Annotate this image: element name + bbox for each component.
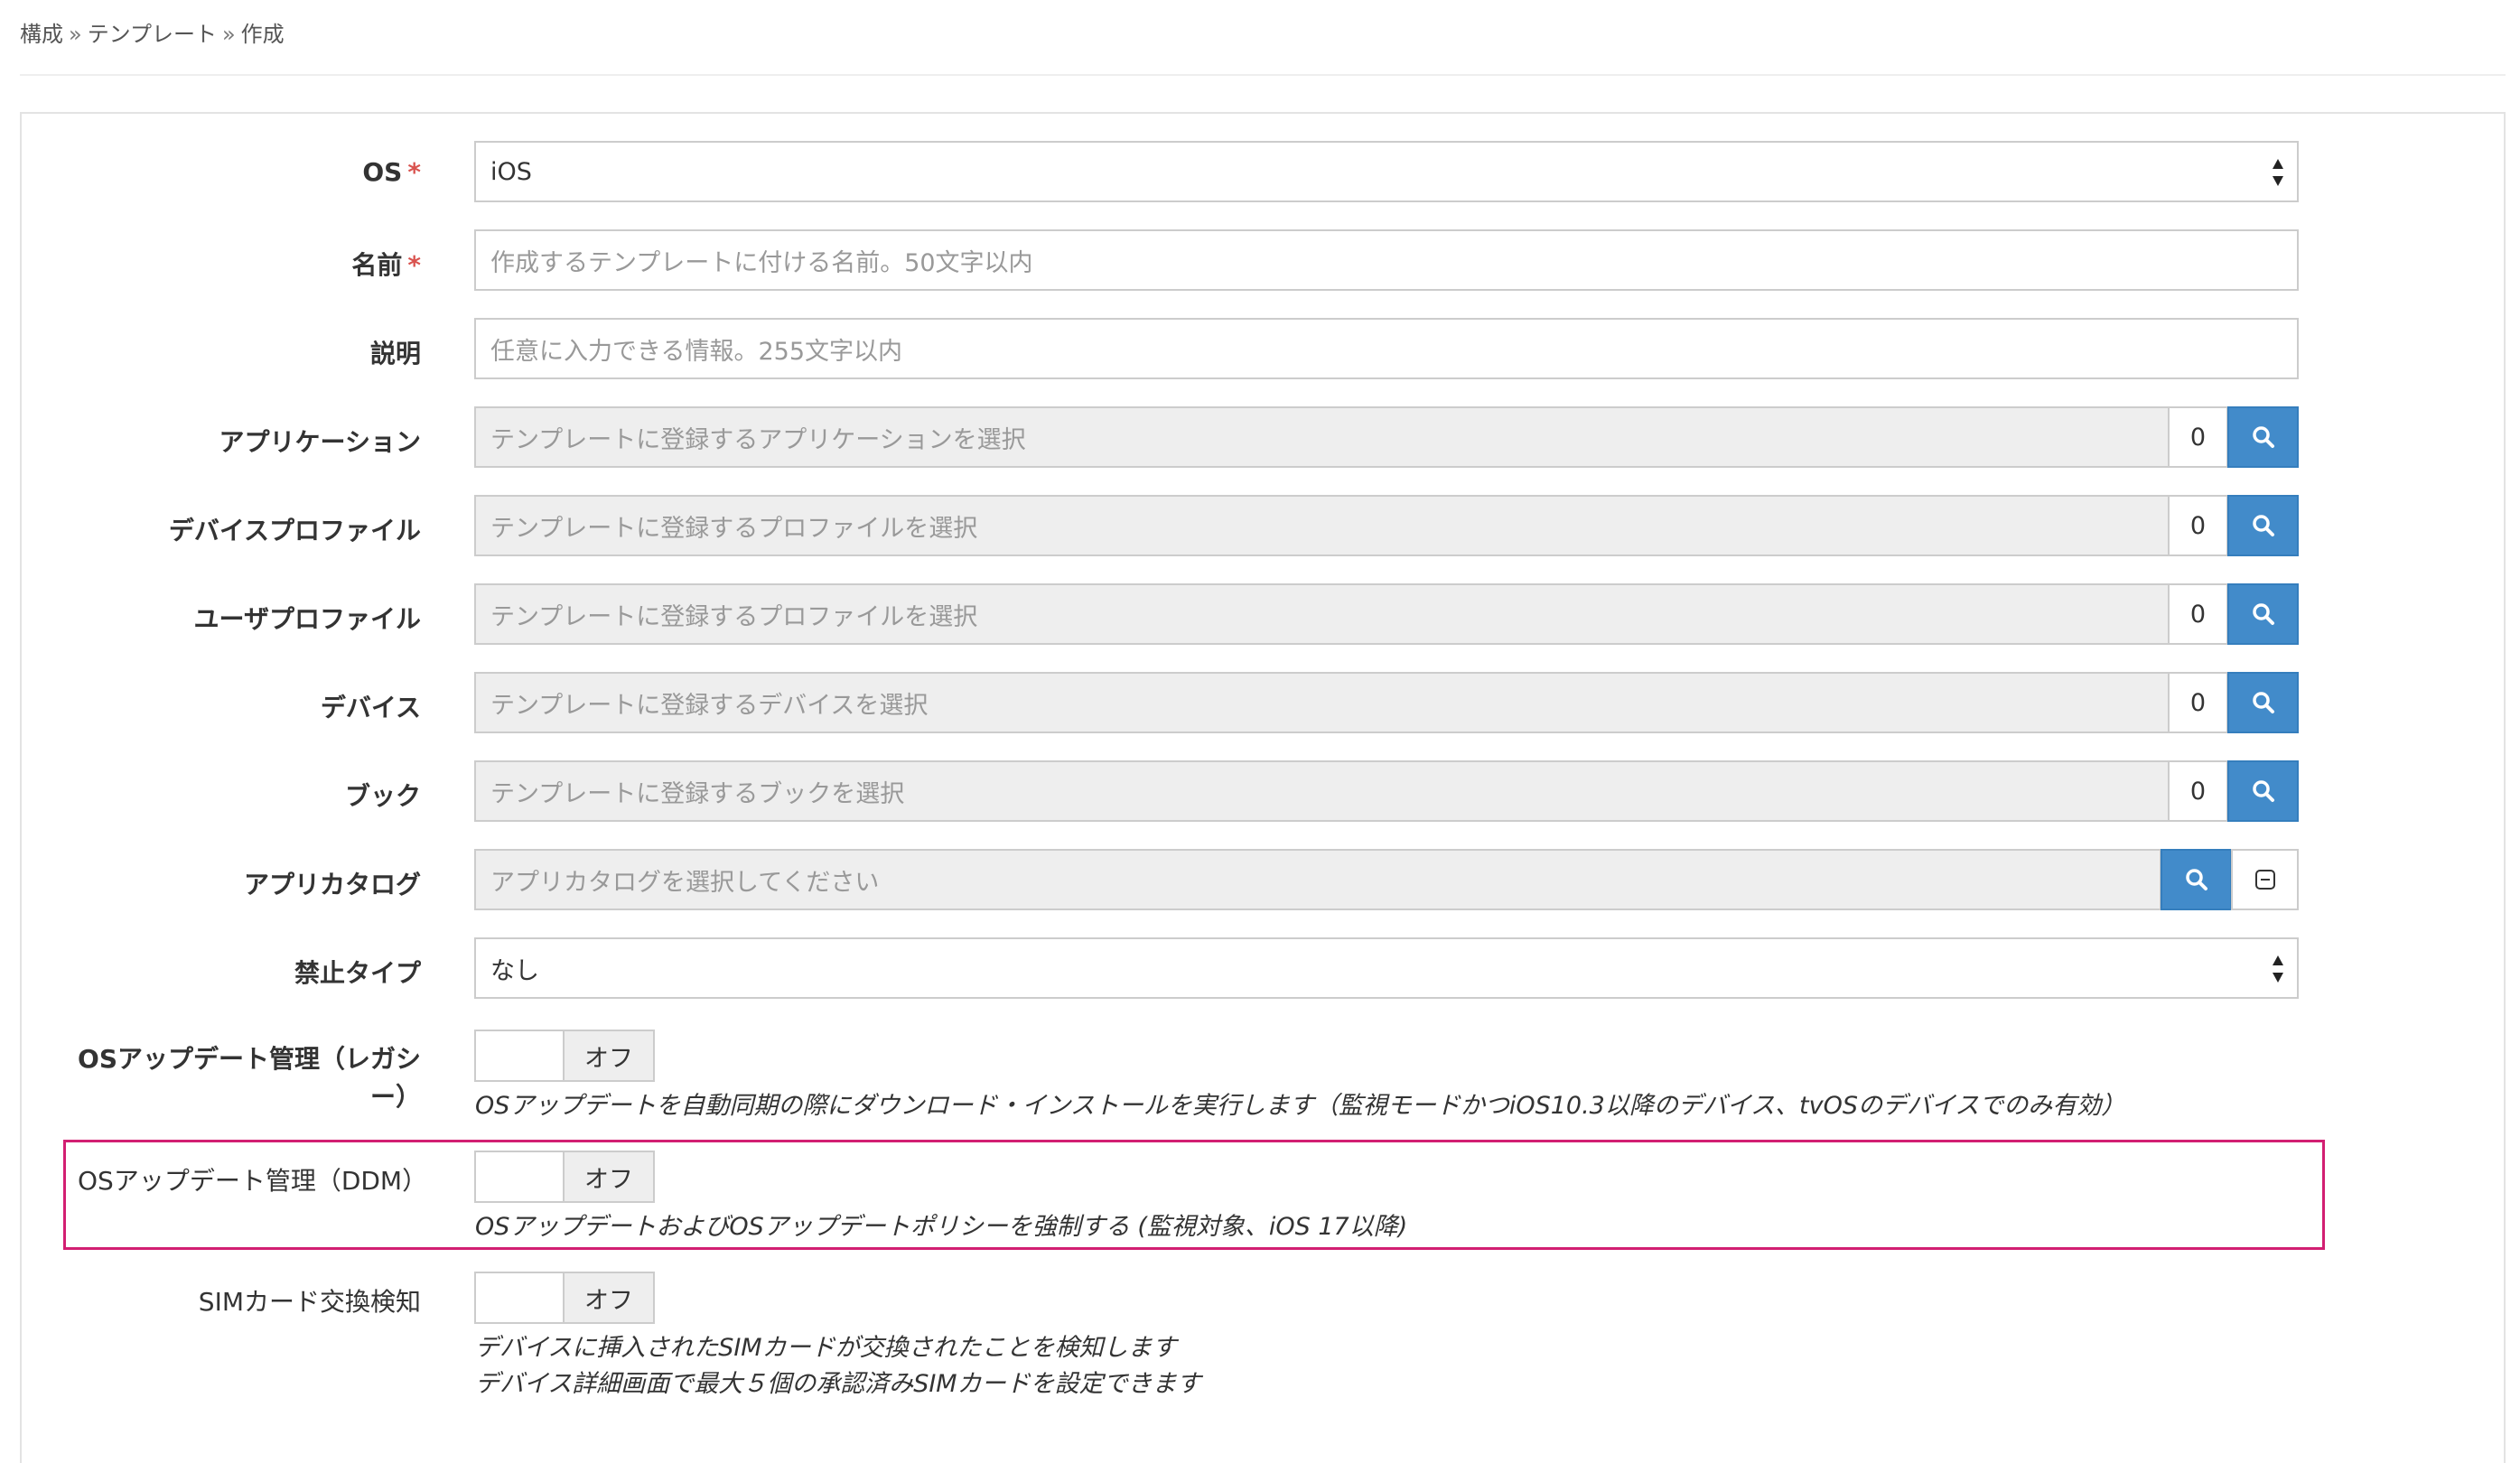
app-catalog-search-button[interactable] xyxy=(2161,849,2232,910)
search-icon xyxy=(2185,869,2207,890)
search-icon xyxy=(2252,780,2274,802)
devices-search-button[interactable] xyxy=(2227,672,2299,733)
select-arrows-icon xyxy=(2272,954,2284,984)
search-icon xyxy=(2252,515,2274,536)
breadcrumb-item-create: 作成 xyxy=(240,22,285,47)
toggle-state: オフ xyxy=(565,1031,653,1080)
device-profile-field[interactable]: テンプレートに登録するプロファイルを選択 xyxy=(474,495,2170,556)
toggle-state: オフ xyxy=(565,1273,653,1322)
books-search-button[interactable] xyxy=(2227,760,2299,822)
device-profile-label: デバイスプロファイル xyxy=(168,516,421,545)
os-update-ddm-label: OSアップデート管理（DDM） xyxy=(78,1166,428,1196)
name-input[interactable]: 作成するテンプレートに付ける名前。50文字以内 xyxy=(474,229,2299,291)
app-catalog-placeholder: アプリカタログを選択してください xyxy=(490,868,880,897)
name-label: 名前 * xyxy=(351,250,421,280)
os-label: OS * xyxy=(362,157,421,187)
applications-placeholder: テンプレートに登録するアプリケーションを選択 xyxy=(490,425,1026,454)
books-label: ブック xyxy=(344,781,421,811)
os-update-legacy-help: OSアップデートを自動同期の際にダウンロード・インストールを実行します（監視モー… xyxy=(475,1092,2126,1120)
device-profile-search-button[interactable] xyxy=(2227,495,2299,556)
breadcrumb-item-template[interactable]: テンプレート xyxy=(88,22,217,47)
required-mark: * xyxy=(407,250,421,280)
app-catalog-clear-button[interactable] xyxy=(2231,849,2299,910)
search-icon xyxy=(2252,603,2274,625)
books-placeholder: テンプレートに登録するブックを選択 xyxy=(490,779,905,808)
breadcrumb-separator: » xyxy=(69,22,82,47)
applications-label: アプリケーション xyxy=(219,427,421,457)
description-label: 説明 xyxy=(369,339,421,368)
devices-field[interactable]: テンプレートに登録するデバイスを選択 xyxy=(474,672,2170,733)
applications-search-button[interactable] xyxy=(2227,406,2299,468)
toggle-knob xyxy=(476,1152,565,1201)
breadcrumb-item-config[interactable]: 構成 xyxy=(20,22,63,47)
user-profile-count: 0 xyxy=(2170,583,2228,645)
os-update-legacy-label: OSアップデート管理（レガシ ー） xyxy=(78,1044,421,1112)
os-update-ddm-toggle[interactable]: オフ xyxy=(474,1151,655,1203)
sim-change-help-1: デバイスに挿入されたSIMカードが交換されたことを検知します xyxy=(475,1334,1177,1362)
device-profile-placeholder: テンプレートに登録するプロファイルを選択 xyxy=(490,514,978,543)
sim-change-help-2: デバイス詳細画面で最大５個の承認済みSIMカードを設定できます xyxy=(475,1370,1201,1398)
app-catalog-label: アプリカタログ xyxy=(243,870,421,899)
breadcrumb-separator: » xyxy=(221,22,236,47)
applications-field[interactable]: テンプレートに登録するアプリケーションを選択 xyxy=(474,406,2170,468)
user-profile-search-button[interactable] xyxy=(2227,583,2299,645)
device-profile-count: 0 xyxy=(2170,495,2228,556)
applications-count: 0 xyxy=(2170,406,2228,468)
toggle-state: オフ xyxy=(565,1152,653,1201)
user-profile-field[interactable]: テンプレートに登録するプロファイルを選択 xyxy=(474,583,2170,645)
prohibit-type-select[interactable]: なし xyxy=(474,937,2299,999)
search-icon xyxy=(2252,426,2274,448)
app-catalog-field[interactable]: アプリカタログを選択してください xyxy=(474,849,2161,910)
divider xyxy=(20,74,2506,76)
breadcrumb: 構成» テンプレート» 作成 xyxy=(20,16,285,48)
os-update-ddm-help: OSアップデートおよびOSアップデートポリシーを強制する (監視対象、iOS 1… xyxy=(475,1213,1408,1241)
toggle-knob xyxy=(476,1031,565,1080)
search-icon xyxy=(2252,692,2274,713)
user-profile-label: ユーザプロファイル xyxy=(193,604,421,634)
devices-placeholder: テンプレートに登録するデバイスを選択 xyxy=(490,691,929,720)
os-select-value: iOS xyxy=(490,157,532,186)
devices-label: デバイス xyxy=(320,693,421,722)
sim-change-label: SIMカード交換検知 xyxy=(198,1287,421,1317)
select-arrows-icon xyxy=(2272,157,2284,188)
os-update-legacy-toggle[interactable]: オフ xyxy=(474,1030,655,1082)
books-field[interactable]: テンプレートに登録するブックを選択 xyxy=(474,760,2170,822)
name-placeholder: 作成するテンプレートに付ける名前。50文字以内 xyxy=(490,248,1033,277)
prohibit-type-value: なし xyxy=(490,956,539,985)
toggle-knob xyxy=(476,1273,565,1322)
devices-count: 0 xyxy=(2170,672,2228,733)
prohibit-type-label: 禁止タイプ xyxy=(294,958,421,988)
sim-change-toggle[interactable]: オフ xyxy=(474,1272,655,1324)
user-profile-placeholder: テンプレートに登録するプロファイルを選択 xyxy=(490,602,978,631)
description-placeholder: 任意に入力できる情報。255文字以内 xyxy=(490,337,902,366)
os-select[interactable]: iOS xyxy=(474,141,2299,202)
minus-square-icon xyxy=(2254,870,2275,890)
description-input[interactable]: 任意に入力できる情報。255文字以内 xyxy=(474,318,2299,379)
books-count: 0 xyxy=(2170,760,2228,822)
required-mark: * xyxy=(407,157,421,187)
